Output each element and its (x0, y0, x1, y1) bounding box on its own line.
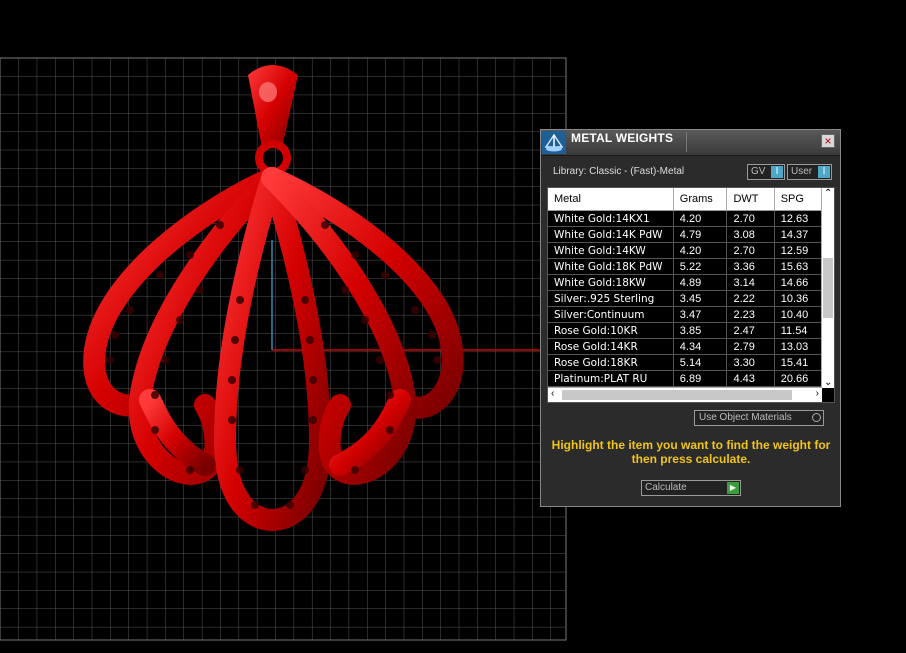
user-toggle-knob: I (818, 166, 830, 178)
cell-grams: 3.47 (673, 306, 728, 323)
table-row[interactable]: White Gold:18K PdW 5.22 3.36 15.63 (548, 258, 834, 275)
cell-dwt: 4.43 (726, 370, 775, 387)
cell-dwt: 2.79 (726, 338, 775, 355)
cell-dwt: 2.47 (726, 322, 775, 339)
panel-title: METAL WEIGHTS (571, 131, 674, 145)
cell-grams: 4.20 (673, 210, 728, 227)
cell-metal: Silver:.925 Sterling (548, 290, 674, 307)
scroll-up-icon[interactable]: ⌃ (824, 188, 832, 199)
calculate-label: Calculate (645, 482, 687, 493)
cell-metal: White Gold:18K PdW (548, 258, 674, 275)
scroll-right-icon[interactable]: › (816, 388, 819, 399)
scroll-down-icon[interactable]: ⌄ (824, 377, 832, 388)
close-button[interactable]: × (821, 134, 835, 148)
scroll-left-icon[interactable]: ‹ (551, 388, 554, 399)
vertical-scroll-thumb[interactable] (823, 258, 833, 318)
cell-grams: 3.45 (673, 290, 728, 307)
vertical-scrollbar[interactable]: ⌃ ⌄ (821, 188, 834, 388)
cell-metal: Rose Gold:18KR (548, 354, 674, 371)
title-divider (686, 132, 687, 152)
table-row[interactable]: White Gold:14KW 4.20 2.70 12.59 (548, 242, 834, 259)
horizontal-scroll-thumb[interactable] (562, 390, 792, 400)
cell-grams: 4.34 (673, 338, 728, 355)
horizontal-scrollbar[interactable]: ‹ › (548, 387, 822, 402)
cell-grams: 4.79 (673, 226, 728, 243)
use-object-materials-option[interactable]: Use Object Materials (694, 410, 824, 426)
column-header-metal[interactable]: Metal (548, 188, 674, 211)
cell-grams: 4.20 (673, 242, 728, 259)
cell-dwt: 2.70 (726, 210, 775, 227)
column-header-dwt[interactable]: DWT (726, 188, 775, 211)
cell-metal: White Gold:18KW (548, 274, 674, 291)
cell-grams: 5.22 (673, 258, 728, 275)
cell-dwt: 3.14 (726, 274, 775, 291)
table-row[interactable]: Rose Gold:14KR 4.34 2.79 13.03 (548, 338, 834, 355)
gv-toggle-label: GV (751, 166, 766, 177)
user-toggle[interactable]: User I (787, 164, 832, 180)
column-header-grams[interactable]: Grams (673, 188, 728, 211)
cell-metal: Rose Gold:10KR (548, 322, 674, 339)
table-row[interactable]: White Gold:18KW 4.89 3.14 14.66 (548, 274, 834, 291)
metal-table: Metal Grams DWT SPG White Gold:14KX1 4.20… (548, 188, 834, 387)
table-row[interactable]: White Gold:14KX1 4.20 2.70 12.63 (548, 210, 834, 227)
cell-grams: 3.85 (673, 322, 728, 339)
cell-dwt: 3.36 (726, 258, 775, 275)
metal-weights-panel: METAL WEIGHTS × Library: Classic - (Fast… (540, 129, 841, 507)
cell-metal: Platinum:PLAT RU (548, 370, 674, 387)
cell-grams: 5.14 (673, 354, 728, 371)
radio-icon[interactable] (812, 413, 821, 422)
cell-grams: 6.89 (673, 370, 728, 387)
table-row[interactable]: Rose Gold:18KR 5.14 3.30 15.41 (548, 354, 834, 371)
cell-metal: Silver:Continuum (548, 306, 674, 323)
table-header-row: Metal Grams DWT SPG (548, 188, 834, 211)
gv-toggle[interactable]: GV I (747, 164, 785, 180)
cell-dwt: 3.30 (726, 354, 775, 371)
cell-dwt: 2.23 (726, 306, 775, 323)
instruction-text: Highlight the item you want to find the … (551, 438, 831, 466)
cell-metal: White Gold:14K PdW (548, 226, 674, 243)
metal-table-body: White Gold:14KX1 4.20 2.70 12.63 White Gold… (548, 210, 834, 387)
scale-icon (542, 131, 566, 154)
table-row[interactable]: White Gold:14K PdW 4.79 3.08 14.37 (548, 226, 834, 243)
cell-dwt: 2.22 (726, 290, 775, 307)
play-icon: ▶ (727, 482, 739, 494)
table-row[interactable]: Silver:.925 Sterling 3.45 2.22 10.36 (548, 290, 834, 307)
user-toggle-label: User (791, 166, 813, 177)
use-object-materials-label: Use Object Materials (699, 412, 792, 423)
library-label: Library: Classic - (Fast)-Metal (553, 166, 685, 177)
table-row[interactable]: Silver:Continuum 3.47 2.23 10.40 (548, 306, 834, 323)
cell-dwt: 3.08 (726, 226, 775, 243)
cell-metal: White Gold:14KX1 (548, 210, 674, 227)
metal-table-container[interactable]: Metal Grams DWT SPG White Gold:14KX1 4.20… (547, 187, 835, 403)
panel-titlebar[interactable]: METAL WEIGHTS × (541, 130, 840, 156)
table-row[interactable]: Platinum:PLAT RU 6.89 4.43 20.66 (548, 370, 834, 387)
cell-dwt: 2.70 (726, 242, 775, 259)
cell-metal: White Gold:14KW (548, 242, 674, 259)
calculate-button[interactable]: Calculate ▶ (641, 480, 741, 496)
gv-toggle-knob: I (771, 166, 783, 178)
cell-grams: 4.89 (673, 274, 728, 291)
bail-highlight (259, 82, 277, 102)
cell-metal: Rose Gold:14KR (548, 338, 674, 355)
table-row[interactable]: Rose Gold:10KR 3.85 2.47 11.54 (548, 322, 834, 339)
